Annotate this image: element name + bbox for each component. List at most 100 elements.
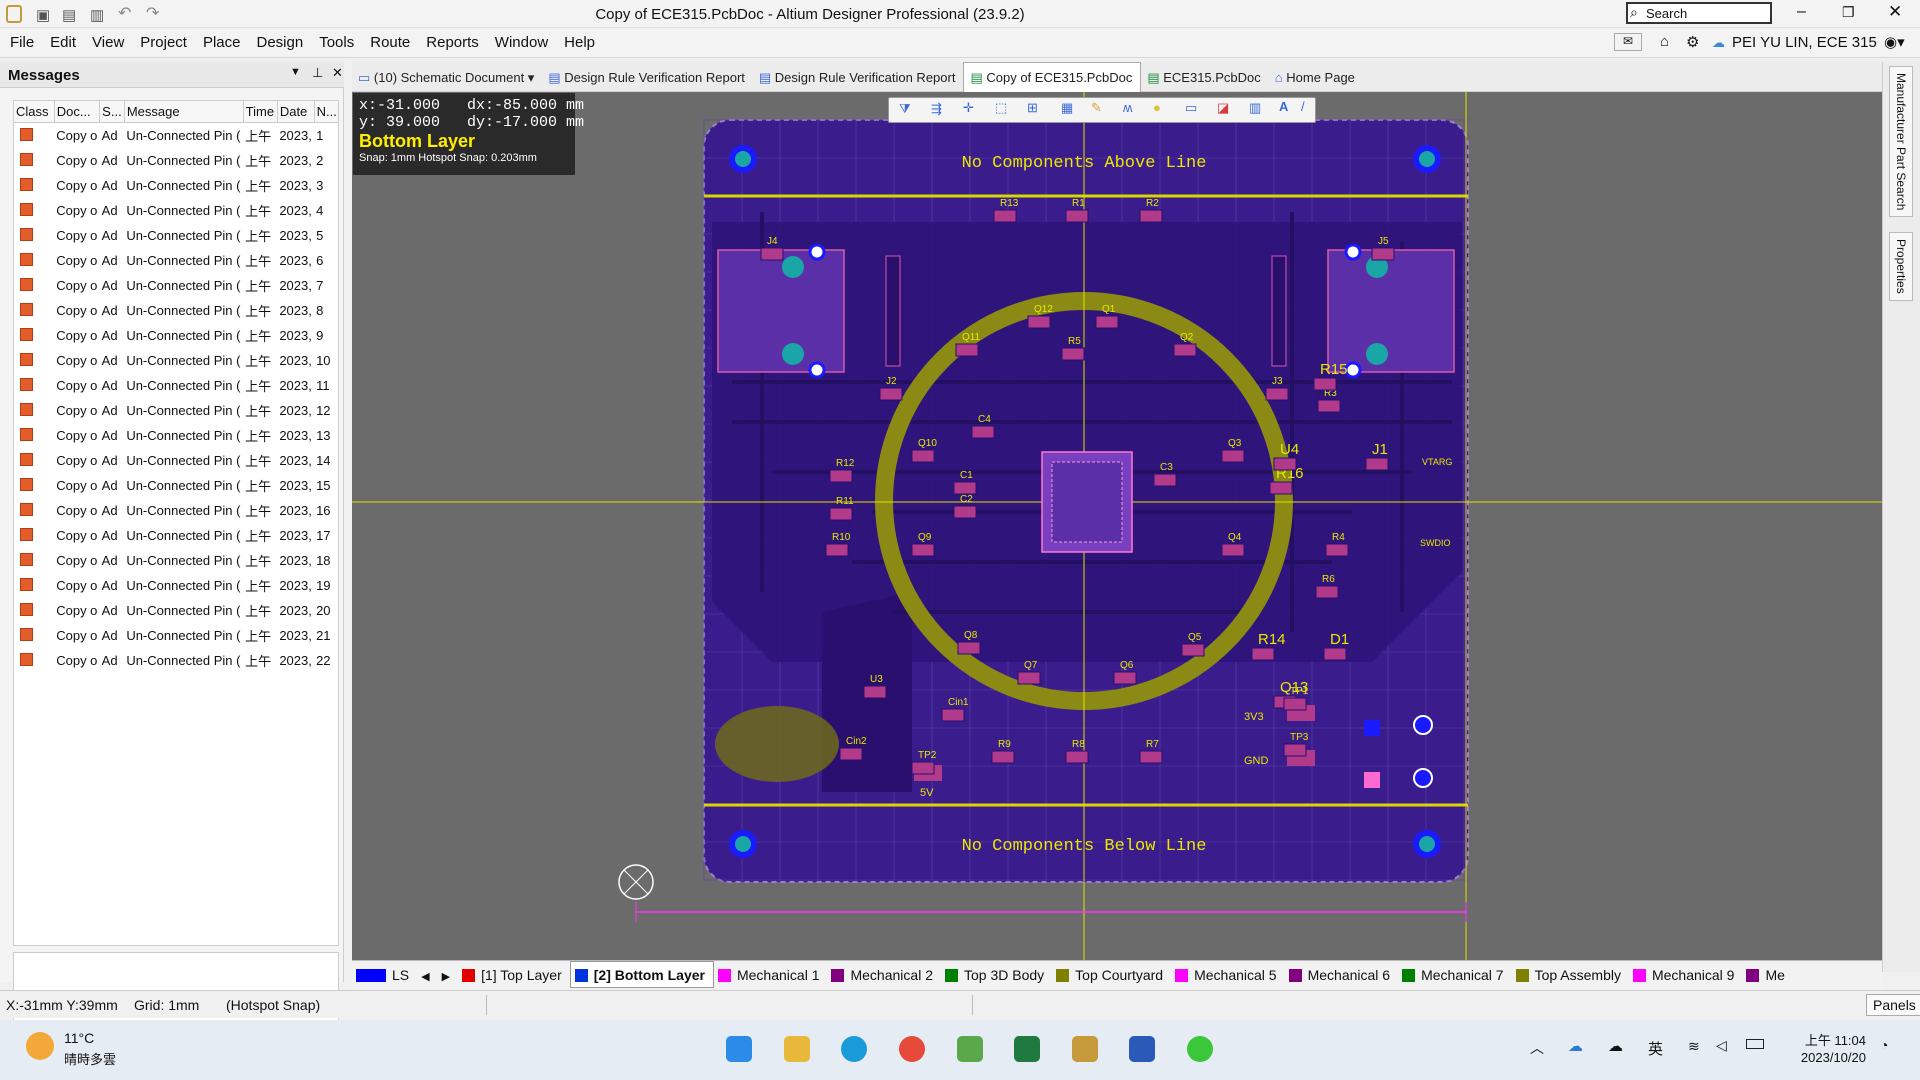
component-pad[interactable] [1061, 347, 1085, 361]
component-pad[interactable] [1251, 647, 1275, 661]
designator-cin1[interactable]: Cin1 [948, 697, 969, 708]
designator-tp1[interactable]: TP1 [1290, 686, 1309, 697]
message-row[interactable]: Copy o Ad Un-Connected Pin (上午 2023, 10 [14, 348, 338, 373]
layer-tab[interactable]: Mechanical 6 [1285, 962, 1399, 989]
designator-q2[interactable]: Q2 [1180, 332, 1194, 343]
cloud-status-icon[interactable]: ☁ [1608, 1037, 1623, 1055]
component-pad[interactable] [1283, 743, 1307, 757]
component-pad[interactable] [863, 685, 887, 699]
designator-r12[interactable]: R12 [836, 458, 855, 469]
menu-edit[interactable]: Edit [42, 28, 84, 51]
component-pad[interactable] [1265, 387, 1289, 401]
designator-r1[interactable]: R1 [1072, 198, 1085, 209]
designator-q3[interactable]: Q3 [1228, 438, 1242, 449]
message-row[interactable]: Copy o Ad Un-Connected Pin (上午 2023, 11 [14, 373, 338, 398]
component-pad[interactable] [911, 761, 935, 775]
designator-j2[interactable]: J2 [886, 376, 897, 387]
message-row[interactable]: Copy o Ad Un-Connected Pin (上午 2023, 4 [14, 198, 338, 223]
component-pad[interactable] [1065, 750, 1089, 764]
home-icon[interactable]: ⌂ [1660, 33, 1669, 50]
polygon-icon[interactable]: ◪ [1217, 100, 1229, 116]
component-pad[interactable] [1317, 399, 1341, 413]
designator-r10[interactable]: R10 [832, 532, 851, 543]
layer-tab[interactable]: [2] Bottom Layer [569, 961, 714, 988]
message-row[interactable]: Copy o Ad Un-Connected Pin (上午 2023, 19 [14, 573, 338, 598]
component-pad[interactable] [957, 641, 981, 655]
component-pad[interactable] [760, 247, 784, 261]
messages-column-header[interactable]: Date [277, 101, 315, 123]
layer-tab[interactable]: LS [352, 962, 417, 989]
excel-icon[interactable] [1014, 1036, 1041, 1062]
designator-r11[interactable]: R11 [836, 496, 854, 507]
component-pad[interactable] [911, 543, 935, 557]
menu-project[interactable]: Project [132, 28, 195, 51]
restore-button[interactable]: ❐ [1842, 4, 1855, 21]
designator-c1[interactable]: C1 [960, 470, 973, 481]
panel-menu-icon[interactable]: ▼ [290, 66, 301, 78]
designator-r5[interactable]: R5 [1068, 336, 1081, 347]
line-icon[interactable]: / [1301, 99, 1305, 114]
altium-icon[interactable] [1071, 1036, 1098, 1062]
message-row[interactable]: Copy o Ad Un-Connected Pin (上午 2023, 14 [14, 448, 338, 473]
message-row[interactable]: Copy o Ad Un-Connected Pin (上午 2023, 12 [14, 398, 338, 423]
component-pad[interactable] [1325, 543, 1349, 557]
component-pad[interactable] [1173, 343, 1197, 357]
notifications-icon[interactable]: ✉ [1614, 33, 1642, 51]
message-row[interactable]: Copy o Ad Un-Connected Pin (上午 2023, 8 [14, 298, 338, 323]
component-pad[interactable] [911, 449, 935, 463]
designator-r7[interactable]: R7 [1146, 739, 1159, 750]
menu-view[interactable]: View [84, 28, 132, 51]
pcb-board-svg[interactable]: J4 J5J2 J3J1R13 R1 R2R3R4R5R6R7R8R9R10R11R12… [352, 92, 1882, 960]
weather-icon[interactable] [26, 1032, 54, 1060]
layer-tab[interactable]: Mechanical 5 [1171, 962, 1285, 989]
component-pad[interactable] [1065, 209, 1089, 223]
message-row[interactable]: Copy o Ad Un-Connected Pin (上午 2023, 6 [14, 248, 338, 273]
dropdown-icon[interactable]: ▾ [524, 70, 535, 85]
designator-j3[interactable]: J3 [1272, 376, 1283, 387]
designator-tp2[interactable]: TP2 [918, 750, 937, 761]
doc-tab[interactable]: ▤ Design Rule Verification Report [753, 63, 964, 93]
doc-tab[interactable]: ▭ (10) Schematic Document ▾ [352, 63, 542, 93]
component-pad[interactable] [1323, 647, 1347, 661]
component-pad[interactable] [953, 481, 977, 495]
designator-d1[interactable]: D1 [1330, 631, 1349, 648]
doc-tab[interactable]: ▤ ECE315.PcbDoc [1141, 63, 1268, 93]
tab-properties[interactable]: Properties [1889, 232, 1913, 301]
doc-tab[interactable]: ⌂ Home Page [1269, 63, 1363, 93]
designator-u3[interactable]: U3 [870, 674, 883, 685]
component-pad[interactable] [1113, 671, 1137, 685]
designator-q8[interactable]: Q8 [964, 630, 978, 641]
user-name[interactable]: PEI YU LIN, ECE 315 [1732, 34, 1877, 51]
message-row[interactable]: Copy o Ad Un-Connected Pin (上午 2023, 17 [14, 523, 338, 548]
designator-q6[interactable]: Q6 [1120, 660, 1134, 671]
messages-list[interactable]: Class Doc... S... Message Time Date N... Copy … [13, 100, 339, 946]
layer-tab[interactable]: Mechanical 9 [1629, 962, 1743, 989]
designator-r9[interactable]: R9 [998, 739, 1011, 750]
layer-prev-icon[interactable]: ◀ [417, 965, 437, 992]
component-pad[interactable] [1017, 671, 1041, 685]
menu-help[interactable]: Help [556, 28, 603, 51]
component-pad[interactable] [829, 469, 853, 483]
battery-icon[interactable] [1746, 1039, 1764, 1049]
designator-u4[interactable]: U4 [1280, 441, 1299, 458]
menu-tools[interactable]: Tools [311, 28, 362, 51]
ime-indicator[interactable]: 英 [1648, 1038, 1663, 1059]
layer-tab[interactable]: Mechanical 2 [827, 962, 941, 989]
designator-q11[interactable]: Q11 [962, 332, 981, 343]
message-row[interactable]: Copy o Ad Un-Connected Pin (上午 2023, 18 [14, 548, 338, 573]
designator-r2[interactable]: R2 [1146, 198, 1159, 209]
component-pad[interactable] [1221, 543, 1245, 557]
designator-q9[interactable]: Q9 [918, 532, 932, 543]
component-pad[interactable] [1371, 247, 1395, 261]
messages-column-header[interactable]: Doc... [54, 101, 101, 123]
fill-icon[interactable]: ▭ [1185, 100, 1197, 116]
designator-tp3[interactable]: TP3 [1290, 732, 1309, 743]
messages-column-header[interactable]: Time [243, 101, 278, 123]
component-pad[interactable] [1221, 449, 1245, 463]
component-pad[interactable] [971, 425, 995, 439]
component-pad[interactable] [1313, 377, 1337, 391]
designator-r6[interactable]: R6 [1322, 574, 1335, 585]
menu-file[interactable]: File [2, 28, 42, 51]
onedrive-icon[interactable]: ☁ [1568, 1037, 1583, 1055]
pad-icon[interactable]: ● [1153, 100, 1161, 115]
